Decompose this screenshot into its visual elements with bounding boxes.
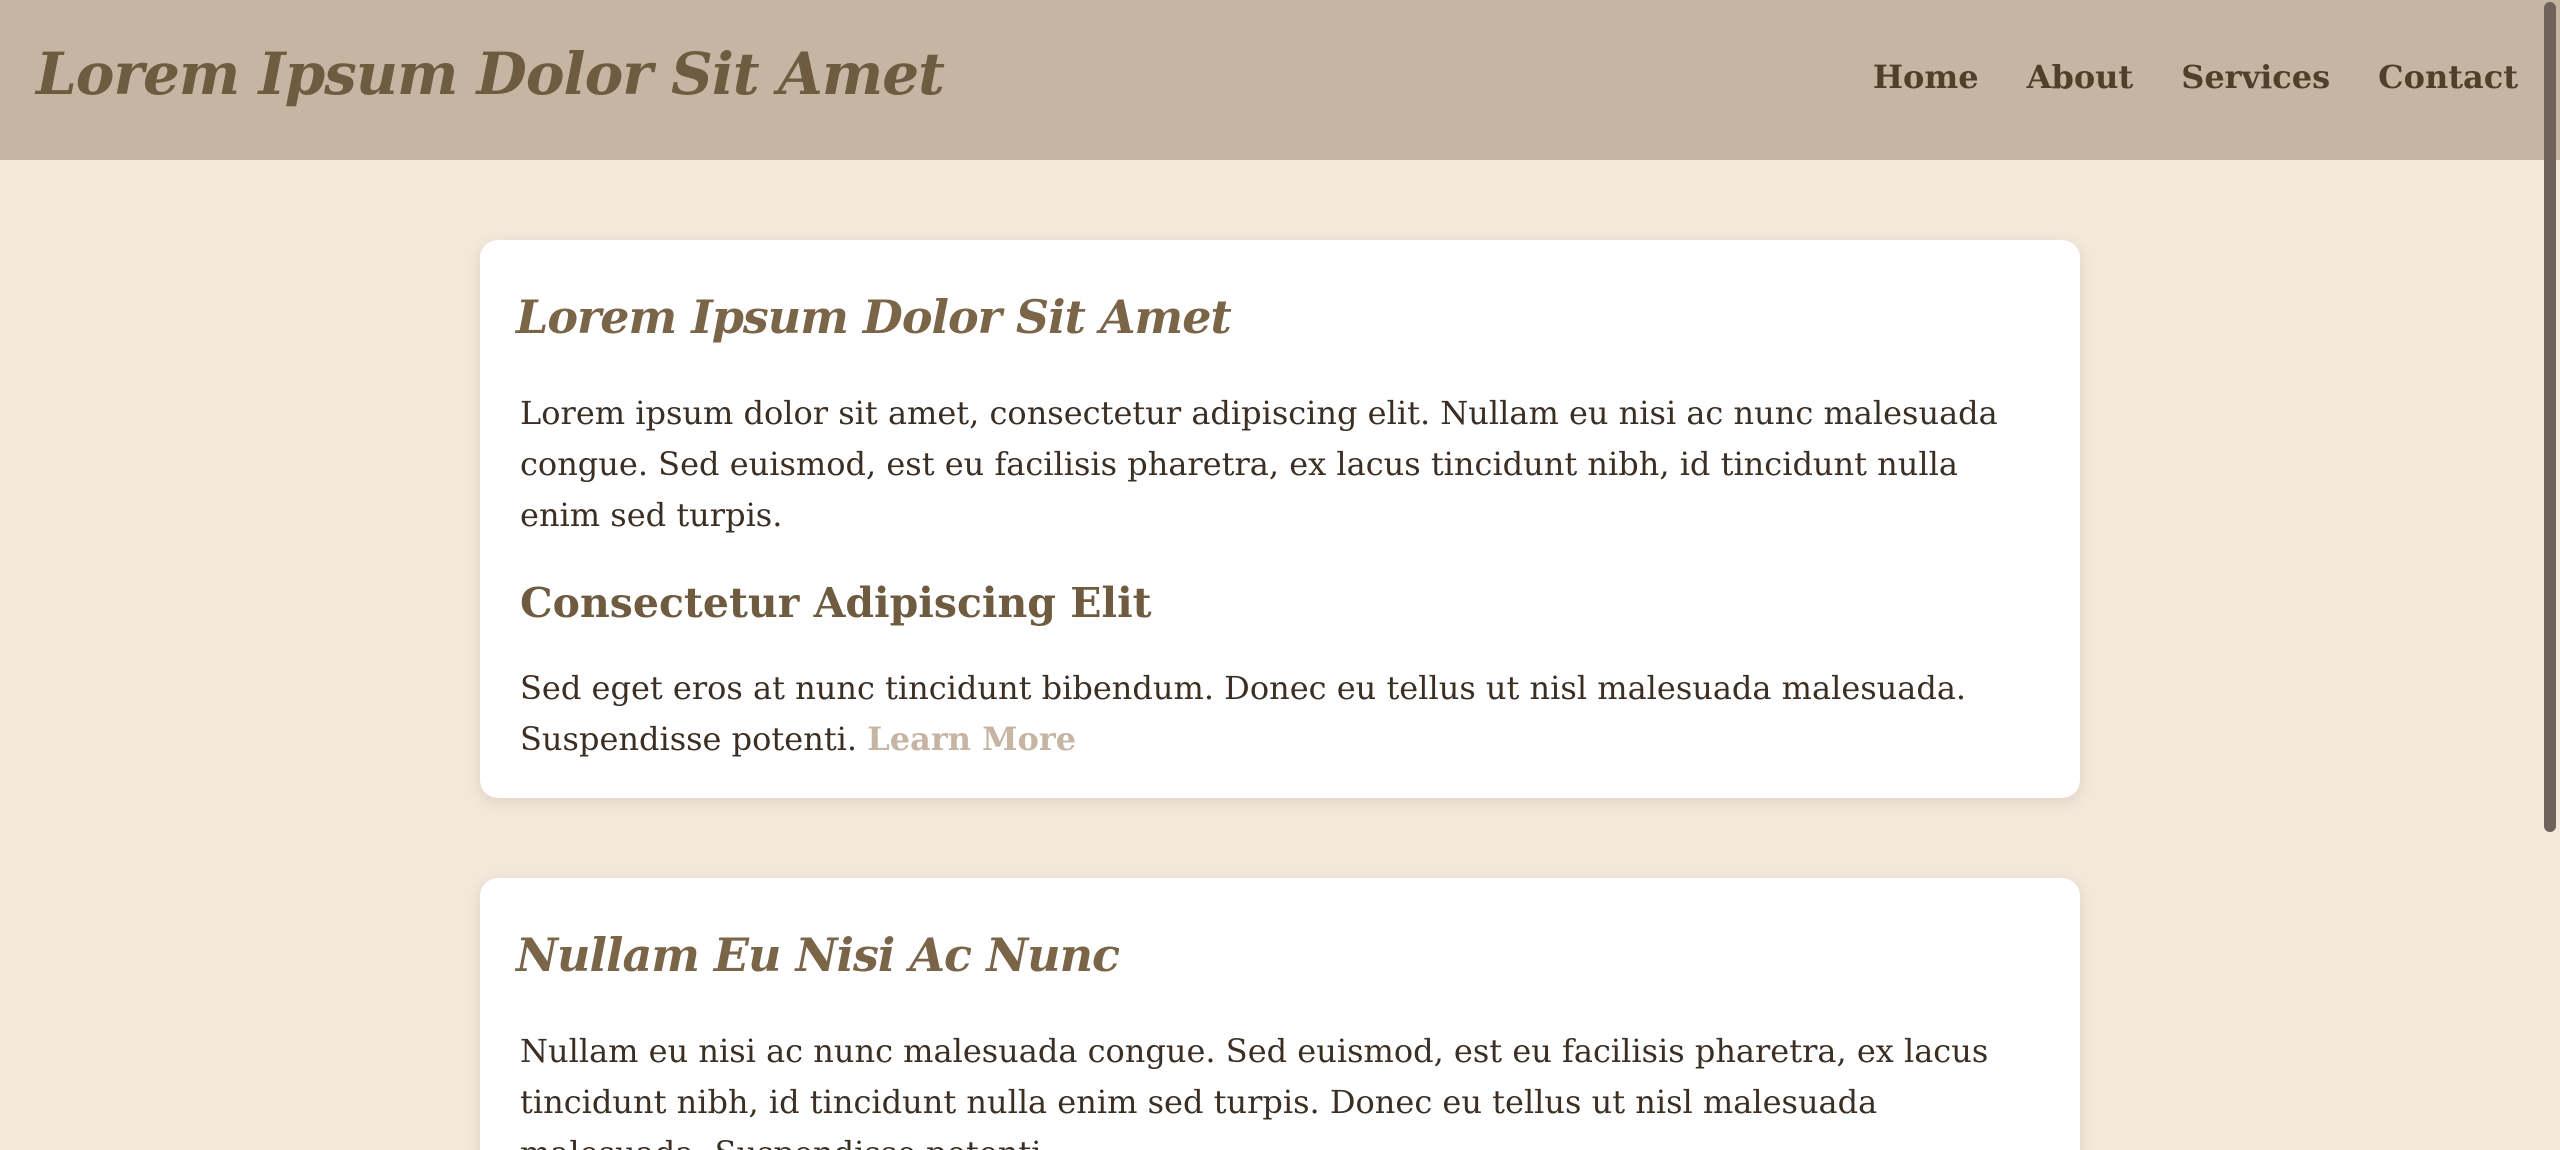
card-paragraph-text: Sed eget eros at nunc tincidunt bibendum… [520,669,1967,758]
scrollbar-thumb[interactable] [2544,2,2556,832]
site-header: Lorem Ipsum Dolor Sit Amet Home About Se… [0,0,2560,160]
card-subheading: Consectetur Adipiscing Elit [520,579,1152,627]
site-title: Lorem Ipsum Dolor Sit Amet [36,40,945,108]
nav-link-home[interactable]: Home [1873,58,1979,96]
card-paragraph: Lorem ipsum dolor sit amet, consectetur … [520,394,1998,534]
content-card-1: Lorem Ipsum Dolor Sit Amet Lorem ipsum d… [480,240,2080,798]
content-card-2: Nullam Eu Nisi Ac Nunc Nullam eu nisi ac… [480,878,2080,1150]
page: Lorem Ipsum Dolor Sit Amet Home About Se… [0,0,2560,1150]
nav-link-about[interactable]: About [2027,58,2134,96]
learn-more-link[interactable]: Learn More [867,720,1076,758]
card-paragraph: Nullam eu nisi ac nunc malesuada congue.… [520,1032,1989,1150]
nav-link-contact[interactable]: Contact [2378,58,2518,96]
main-nav: Home About Services Contact [1873,0,2518,154]
page-scrollbar[interactable] [2540,0,2560,1150]
card-title: Lorem Ipsum Dolor Sit Amet [516,290,1232,344]
card-paragraph-with-link: Sed eget eros at nunc tincidunt bibendum… [520,663,2040,765]
nav-link-services[interactable]: Services [2181,58,2330,96]
card-title: Nullam Eu Nisi Ac Nunc [516,928,1120,982]
